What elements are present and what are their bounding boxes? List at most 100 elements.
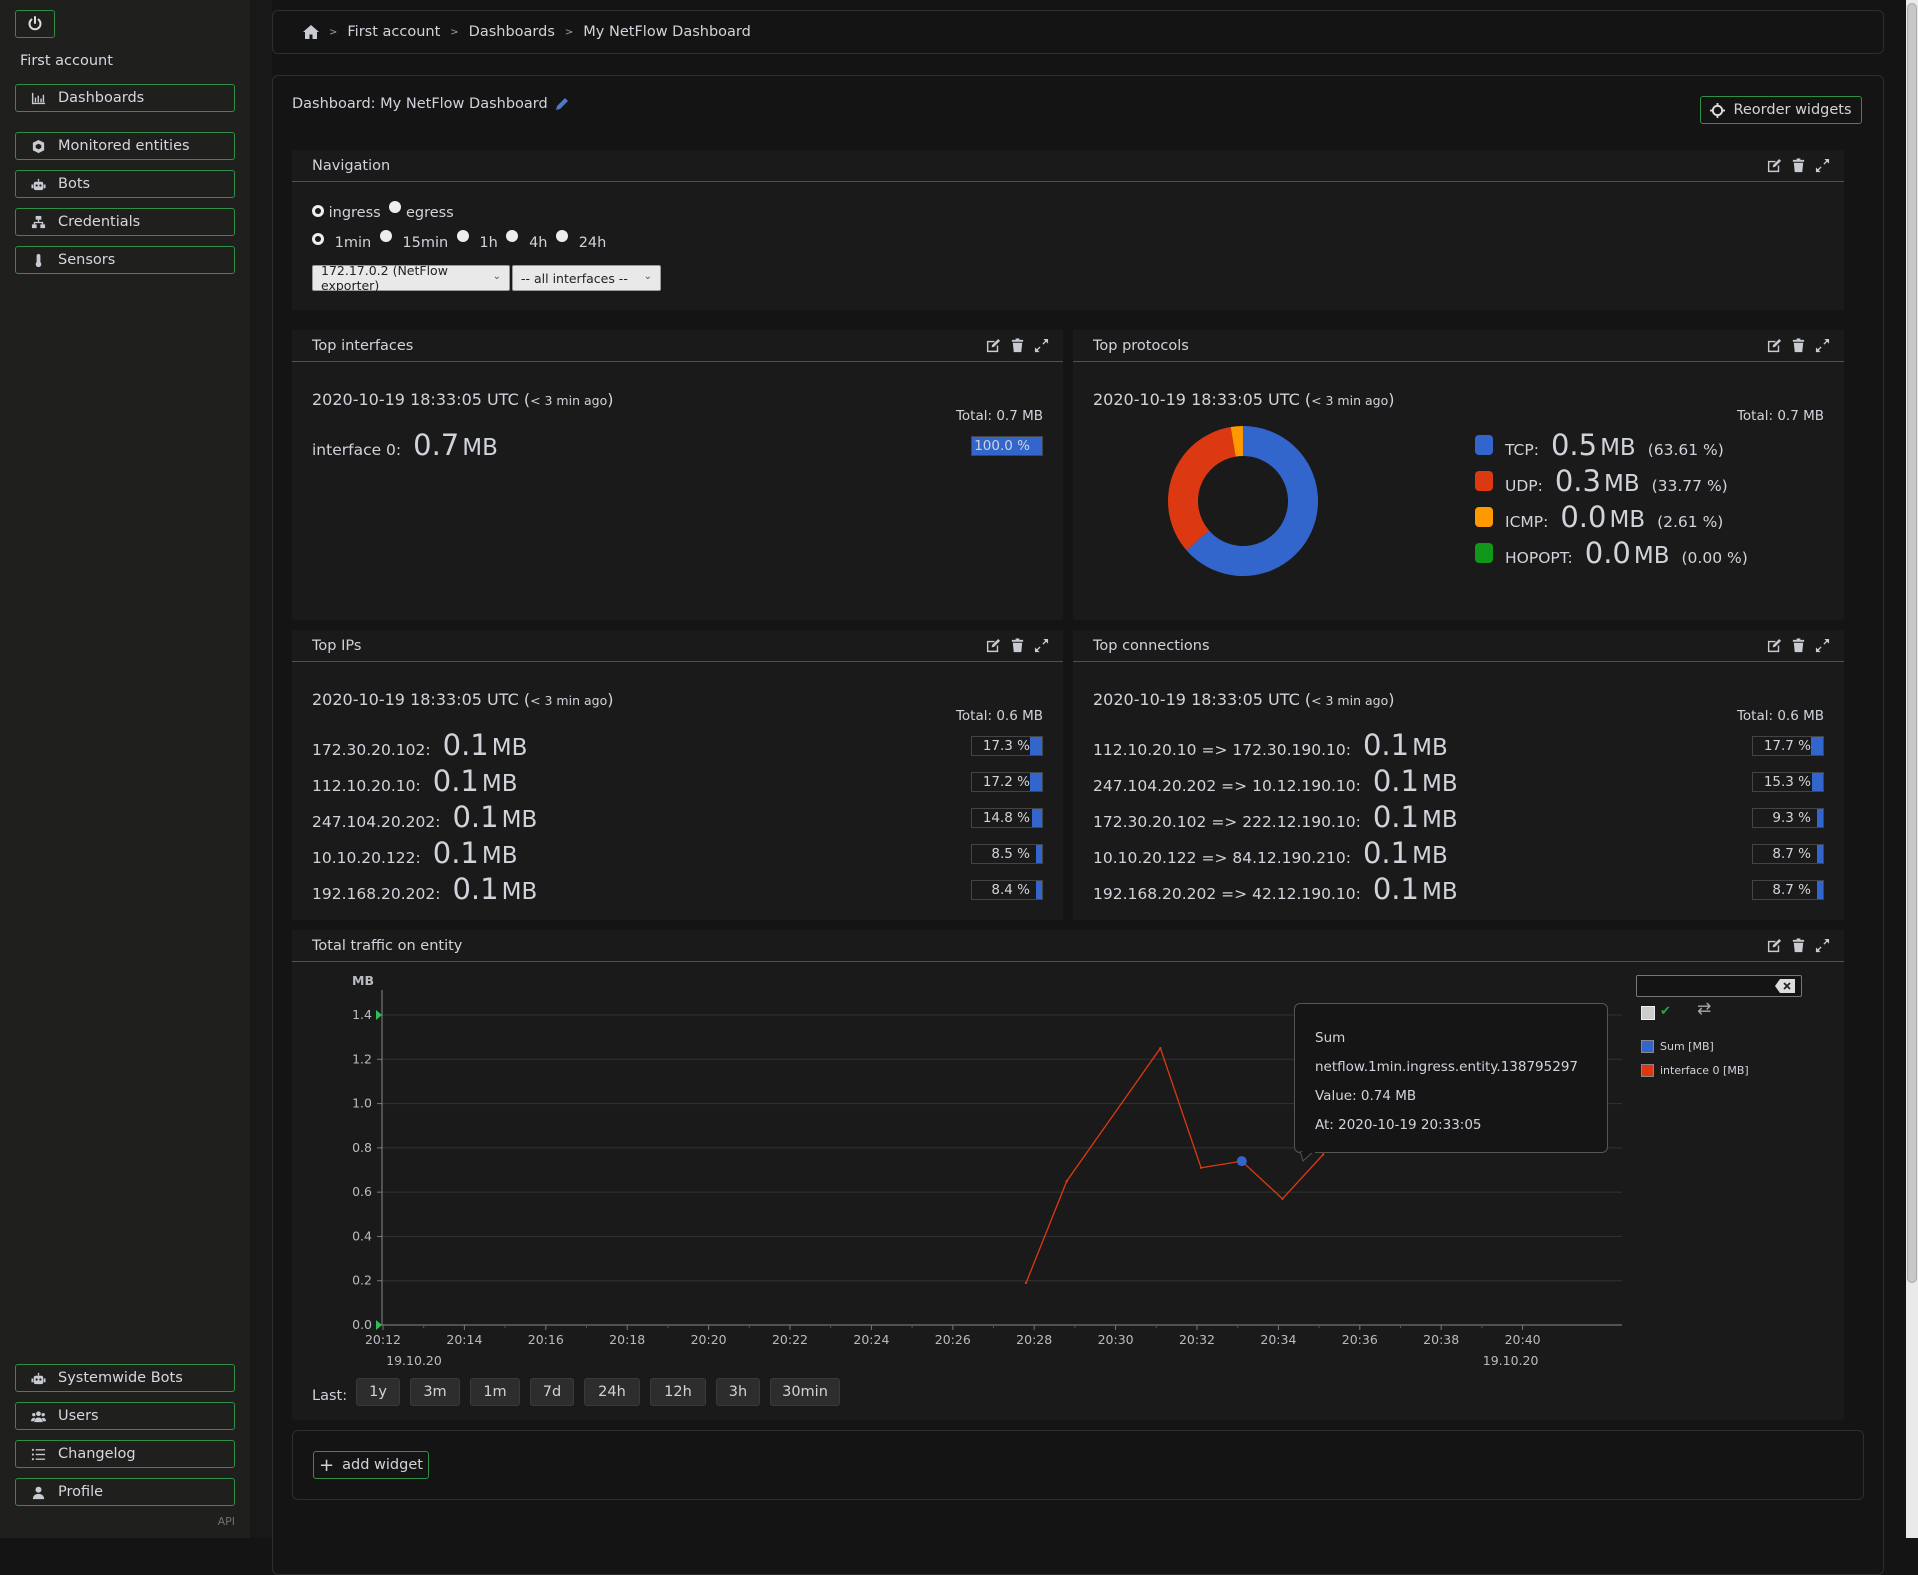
row-label: interface 0: [312, 441, 402, 459]
interface-select[interactable]: -- all interfaces -- ⌄ [512, 265, 661, 291]
range-button-30min[interactable]: 30min [770, 1378, 840, 1406]
expand-icon[interactable] [1815, 638, 1830, 653]
chart-legend-item[interactable]: Sum [MB] [1641, 1040, 1714, 1053]
interval-radio-group: 1min 15min 1h 4h 24h [312, 230, 610, 251]
radio-label-ingress[interactable]: ingress [329, 205, 381, 221]
edit-icon[interactable] [986, 638, 1001, 653]
protocol-percent: (33.77 %) [1651, 477, 1728, 495]
range-button-3h[interactable]: 3h [716, 1378, 760, 1406]
list-item: 10.10.20.122: 0.1 MB [312, 836, 518, 870]
radio-label-1h[interactable]: 1h [479, 235, 497, 251]
scrollbar-thumb[interactable] [1907, 3, 1917, 1283]
radio-label-egress[interactable]: egress [406, 205, 454, 221]
trash-icon[interactable] [1010, 338, 1025, 353]
edit-icon[interactable] [1767, 338, 1782, 353]
data-point[interactable] [1024, 1281, 1028, 1285]
y-tick-label: 0.4 [352, 1228, 372, 1243]
radio-4h[interactable] [506, 230, 519, 242]
radio-15min[interactable] [379, 230, 392, 242]
reorder-widgets-button[interactable]: Reorder widgets [1700, 96, 1862, 124]
edit-icon[interactable] [1767, 638, 1782, 653]
range-button-24h[interactable]: 24h [584, 1378, 640, 1406]
protocol-legend-item: ICMP: 0.0 MB (2.61 %) [1475, 500, 1723, 534]
range-button-7d[interactable]: 7d [530, 1378, 574, 1406]
edit-icon[interactable] [1767, 158, 1782, 173]
sidebar-item-systemwide-bots[interactable]: Systemwide Bots [15, 1364, 235, 1392]
protocol-unit: MB [1600, 435, 1636, 461]
radio-label-4h[interactable]: 4h [529, 235, 547, 251]
sidebar-item-bots[interactable]: Bots [15, 170, 235, 198]
expand-icon[interactable] [1815, 338, 1830, 353]
radio-egress[interactable] [389, 201, 402, 213]
clear-input-icon[interactable] [1775, 979, 1795, 993]
sidebar-item-dashboards[interactable]: Dashboards [15, 84, 235, 112]
radio-label-15min[interactable]: 15min [402, 235, 448, 251]
edit-icon[interactable] [1767, 938, 1782, 953]
trash-icon[interactable] [1791, 158, 1806, 173]
interface-select-value: -- all interfaces -- [521, 270, 628, 286]
radio-1h[interactable] [456, 230, 469, 242]
trash-icon[interactable] [1010, 638, 1025, 653]
donut-slice-udp[interactable] [1168, 427, 1236, 551]
trash-icon[interactable] [1791, 338, 1806, 353]
logout-button[interactable] [15, 10, 55, 38]
sidebar-item-changelog[interactable]: Changelog [15, 1440, 235, 1468]
radio-ingress[interactable] [312, 205, 324, 217]
highlighted-point-sum[interactable] [1236, 1156, 1247, 1167]
sidebar-item-label: Systemwide Bots [58, 1370, 183, 1386]
trash-icon[interactable] [1791, 638, 1806, 653]
sidebar-item-label: Sensors [58, 252, 116, 268]
home-icon[interactable] [303, 25, 319, 39]
legend-filter-input[interactable] [1636, 975, 1802, 997]
chart-legend-item[interactable]: interface 0 [MB] [1641, 1064, 1749, 1077]
widget-tools [1767, 338, 1830, 353]
y-min-marker[interactable] [376, 1320, 382, 1330]
sidebar-item-sensors[interactable]: Sensors [15, 246, 235, 274]
range-button-1y[interactable]: 1y [356, 1378, 400, 1406]
api-link[interactable]: API [218, 1515, 235, 1528]
select-all-checkbox[interactable] [1641, 1006, 1655, 1020]
timestamp-value: 2020-10-19 18:33:05 UTC [1093, 390, 1300, 409]
trash-icon[interactable] [1791, 938, 1806, 953]
total-label: Total: 0.6 MB [955, 708, 1043, 724]
expand-icon[interactable] [1034, 638, 1049, 653]
sidebar-item-credentials[interactable]: Credentials [15, 208, 235, 236]
row-label: 172.30.20.102 => 222.12.190.10: [1093, 813, 1361, 831]
radio-1min[interactable] [312, 233, 324, 245]
series-line-interface-0 [1025, 1046, 1324, 1284]
row-value: 0.1 [432, 836, 479, 870]
percent-fill [1810, 737, 1823, 755]
data-point[interactable] [1159, 1047, 1162, 1050]
sidebar-item-users[interactable]: Users [15, 1402, 235, 1430]
breadcrumb-dashboards[interactable]: Dashboards [469, 24, 555, 40]
check-icon[interactable]: ✔ [1660, 1004, 1671, 1019]
radio-label-24h[interactable]: 24h [579, 235, 607, 251]
percent-fill [1816, 809, 1823, 827]
data-point[interactable] [1199, 1166, 1203, 1169]
radio-24h[interactable] [556, 230, 569, 242]
range-button-1m[interactable]: 1m [470, 1378, 520, 1406]
range-button-3m[interactable]: 3m [410, 1378, 460, 1406]
data-point[interactable] [1281, 1197, 1284, 1200]
range-button-12h[interactable]: 12h [650, 1378, 706, 1406]
percent-bar: 8.7 % [1752, 880, 1824, 900]
expand-icon[interactable] [1815, 938, 1830, 953]
widget-title: Top IPs [312, 637, 362, 654]
row-unit: MB [1421, 879, 1458, 905]
exporter-select[interactable]: 172.17.0.2 (NetFlow exporter) ⌄ [312, 263, 510, 293]
data-point[interactable] [1065, 1179, 1068, 1183]
percent-fill [1031, 809, 1042, 827]
sidebar-item-profile[interactable]: Profile [15, 1478, 235, 1506]
radio-label-1min[interactable]: 1min [335, 235, 372, 251]
sidebar-item-monitored-entities[interactable]: Monitored entities [15, 132, 235, 160]
legend-label: interface 0 [MB] [1660, 1064, 1749, 1077]
pencil-icon[interactable] [555, 97, 569, 111]
expand-icon[interactable] [1034, 338, 1049, 353]
edit-icon[interactable] [986, 338, 1001, 353]
y-max-marker[interactable] [376, 1010, 382, 1020]
breadcrumb-account[interactable]: First account [347, 24, 440, 40]
expand-icon[interactable] [1815, 158, 1830, 173]
add-widget-button[interactable]: + add widget [313, 1451, 429, 1479]
swap-icon[interactable]: ⇄ [1697, 999, 1711, 1019]
row-value: 0.1 [432, 764, 479, 798]
